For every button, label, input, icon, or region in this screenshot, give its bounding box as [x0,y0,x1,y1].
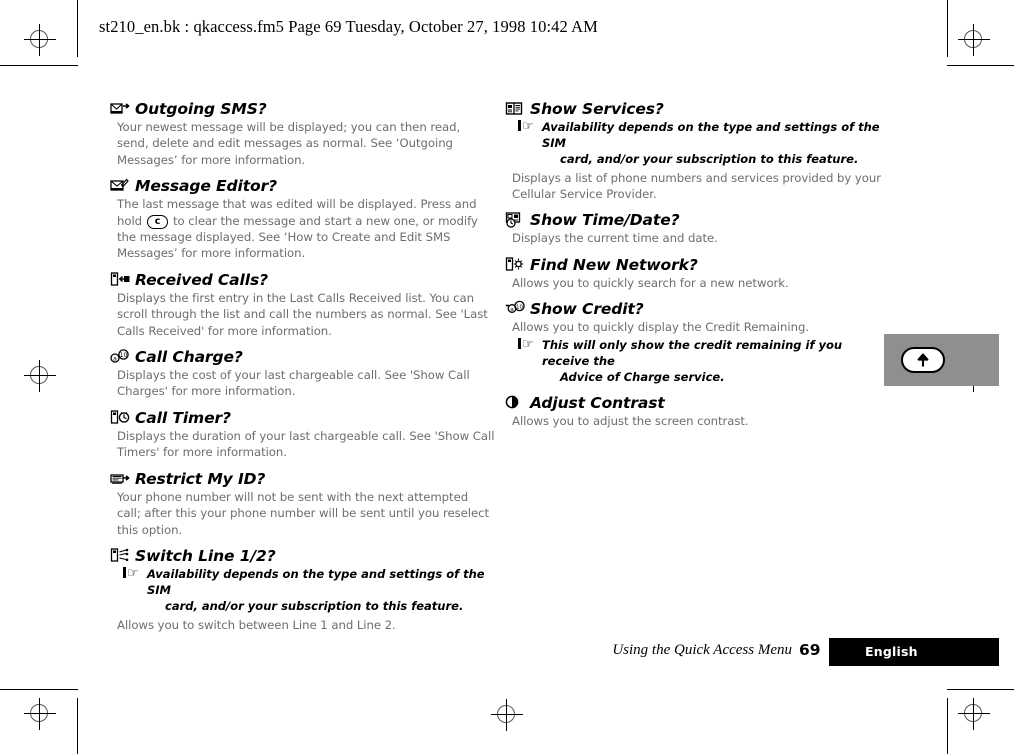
call-charge-icon: a 10 [110,348,130,366]
entry-title: Switch Line 1/2? [135,546,276,565]
up-arrow-key-icon [901,347,945,373]
entry-body: Allows you to adjust the screen contrast… [512,414,749,429]
entry-show-credit: a 10 Show Credit? Allows you to quickly … [505,300,890,385]
left-column: Outgoing SMS? Your newest message will b… [110,100,495,635]
received-calls-icon [110,271,130,289]
adjust-contrast-icon [505,394,525,412]
entry-body: Allows you to quickly display the Credit… [512,320,809,335]
footer-language-label: English [865,644,918,659]
entry-body: Your newest message will be displayed; y… [117,120,461,167]
entry-show-time-date: Show Time/Date? Displays the current tim… [505,211,890,246]
note-line-2: card, and/or your subscription to this f… [560,152,859,167]
entry-heading: Call Timer? [110,409,495,427]
show-credit-icon: a 10 [505,300,525,318]
entry-heading: Show Services? [505,100,890,118]
entry-title: Call Timer? [135,408,231,427]
svg-text:a: a [113,356,117,363]
pointing-hand-icon: ☞ [123,566,145,615]
credit-note: ☞ This will only show the credit remaini… [518,337,890,386]
entry-title: Outgoing SMS? [135,100,267,118]
right-column: Show Services? ☞ Availability depends on… [505,100,890,432]
call-timer-icon [110,409,130,427]
entry-body: Displays the current time and date. [512,231,718,246]
pointing-hand-glyph: ☞ [522,336,534,352]
entry-heading: Show Time/Date? [505,211,890,229]
entry-restrict-my-id: Restrict My ID? Your phone number will n… [110,470,495,538]
footer-language-bar: English [829,638,999,666]
entry-message-editor: Message Editor? The last message that wa… [110,177,495,262]
find-new-network-icon [505,256,525,274]
entry-show-services: Show Services? ☞ Availability depends on… [505,100,890,202]
note-text: This will only show the credit remaining… [542,337,890,386]
note-line-1: Availability depends on the type and set… [542,120,880,151]
entry-heading: Restrict My ID? [110,470,495,488]
entry-call-charge: a 10 Call Charge? Displays the cost of y… [110,348,495,400]
entry-body: Allows you to switch between Line 1 and … [117,617,396,632]
show-services-icon [505,100,525,118]
pointing-hand-glyph: ☞ [522,119,534,134]
entry-switch-line: Switch Line 1/2? ☞ Availability depends … [110,547,495,633]
entry-title: Received Calls? [135,270,268,289]
pointing-hand-icon: ☞ [518,119,540,168]
outgoing-sms-icon [110,100,130,118]
entry-title: Message Editor? [135,177,278,196]
entry-body: Your phone number will not be sent with … [117,489,490,537]
message-editor-icon [110,177,130,195]
entry-body: Displays the duration of your last charg… [117,428,495,460]
note-line-1: Availability depends on the type and set… [147,566,485,598]
entry-body-part-2: to clear the message and start a new one… [117,213,478,261]
entry-title: Show Credit? [530,300,644,319]
entry-heading: a 10 Show Credit? [505,300,890,318]
entry-heading: Received Calls? [110,271,495,289]
entry-title: Find New Network? [530,255,698,274]
show-time-date-icon [505,211,525,229]
entry-body: Allows you to quickly search for a new n… [512,275,789,290]
entry-body: Displays a list of phone numbers and ser… [512,170,881,202]
clear-key-glyph: c [146,214,169,229]
entry-heading: Find New Network? [505,256,890,274]
note-line-2: Advice of Charge service. [560,370,725,385]
pointing-hand-icon: ☞ [518,337,540,386]
note-text: Availability depends on the type and set… [542,119,890,168]
availability-note: ☞ Availability depends on the type and s… [123,566,495,615]
entry-title: Show Time/Date? [530,211,680,230]
entry-title: Restrict My ID? [135,469,266,488]
entry-body: Displays the first entry in the Last Cal… [117,290,488,338]
entry-title: Call Charge? [135,348,243,367]
note-line-2: card, and/or your subscription to this f… [165,599,464,614]
chapter-thumb-tab [884,334,999,386]
page-footer: Using the Quick Access Menu 69 English [0,638,1014,670]
footer-chapter-title: Using the Quick Access Menu [612,642,792,658]
note-text: Availability depends on the type and set… [147,566,495,615]
entry-heading: a 10 Call Charge? [110,348,495,366]
switch-line-icon [110,547,130,565]
entry-body: The last message that was edited will be… [117,196,495,262]
availability-note: ☞ Availability depends on the type and s… [518,119,890,168]
entry-heading: Adjust Contrast [505,394,890,412]
pointing-hand-glyph: ☞ [127,565,139,581]
entry-received-calls: Received Calls? Displays the first entry… [110,271,495,339]
entry-adjust-contrast: Adjust Contrast Allows you to adjust the… [505,394,890,429]
entry-title: Adjust Contrast [530,394,665,413]
entry-heading: Switch Line 1/2? [110,547,495,565]
entry-outgoing-sms: Outgoing SMS? Your newest message will b… [110,100,495,168]
entry-title: Show Services? [530,100,664,118]
entry-body: Displays the cost of your last chargeabl… [117,368,470,399]
entry-call-timer: Call Timer? Displays the duration of you… [110,409,495,461]
entry-heading: Message Editor? [110,177,495,195]
svg-text:10: 10 [516,305,523,311]
svg-text:a: a [510,307,513,313]
footer-page-number: 69 [799,641,821,659]
svg-text:10: 10 [120,352,128,359]
restrict-my-id-icon [110,470,130,488]
entry-find-new-network: Find New Network? Allows you to quickly … [505,256,890,291]
entry-heading: Outgoing SMS? [110,100,495,118]
note-line-1: This will only show the credit remaining… [542,337,843,368]
